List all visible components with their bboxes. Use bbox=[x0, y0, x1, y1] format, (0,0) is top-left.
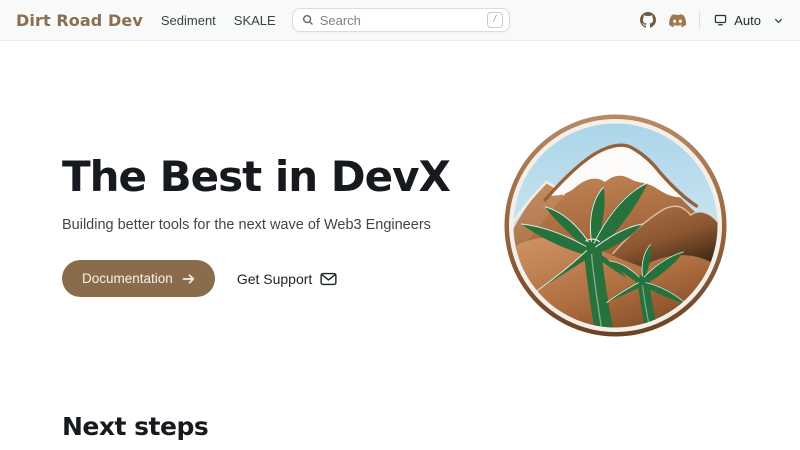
chevron-down-icon bbox=[773, 15, 784, 26]
github-icon[interactable] bbox=[640, 12, 656, 28]
documentation-button[interactable]: Documentation bbox=[62, 260, 215, 297]
hero-section: The Best in DevX Building better tools f… bbox=[0, 113, 800, 338]
theme-label: Auto bbox=[734, 13, 761, 28]
get-support-link[interactable]: Get Support bbox=[237, 271, 338, 287]
page-title: The Best in DevX bbox=[62, 153, 450, 201]
main-nav: Sediment SKALE bbox=[161, 13, 276, 28]
discord-icon[interactable] bbox=[669, 14, 686, 27]
cta-row: Documentation Get Support bbox=[62, 260, 450, 297]
nav-item-sediment[interactable]: Sediment bbox=[161, 13, 216, 28]
arrow-right-icon bbox=[182, 273, 195, 285]
theme-switcher[interactable]: Auto bbox=[713, 13, 784, 28]
brand-logo-text[interactable]: Dirt Road Dev bbox=[16, 11, 143, 30]
mail-icon bbox=[320, 272, 337, 286]
hero-subtitle: Building better tools for the next wave … bbox=[62, 215, 450, 236]
get-support-label: Get Support bbox=[237, 271, 313, 287]
next-steps-heading: Next steps bbox=[62, 412, 800, 441]
documentation-button-label: Documentation bbox=[82, 271, 173, 286]
magnifier-icon bbox=[302, 14, 314, 26]
search-box[interactable]: / bbox=[292, 8, 510, 32]
header-actions: Auto bbox=[640, 11, 784, 29]
hero-copy: The Best in DevX Building better tools f… bbox=[62, 113, 450, 297]
header-divider bbox=[699, 11, 700, 29]
site-header: Dirt Road Dev Sediment SKALE / bbox=[0, 0, 800, 41]
slash-shortcut-key: / bbox=[487, 12, 503, 28]
nav-item-skale[interactable]: SKALE bbox=[234, 13, 276, 28]
site-logo-illustration bbox=[503, 113, 728, 338]
search-input[interactable] bbox=[320, 13, 481, 28]
laptop-icon bbox=[713, 13, 728, 27]
